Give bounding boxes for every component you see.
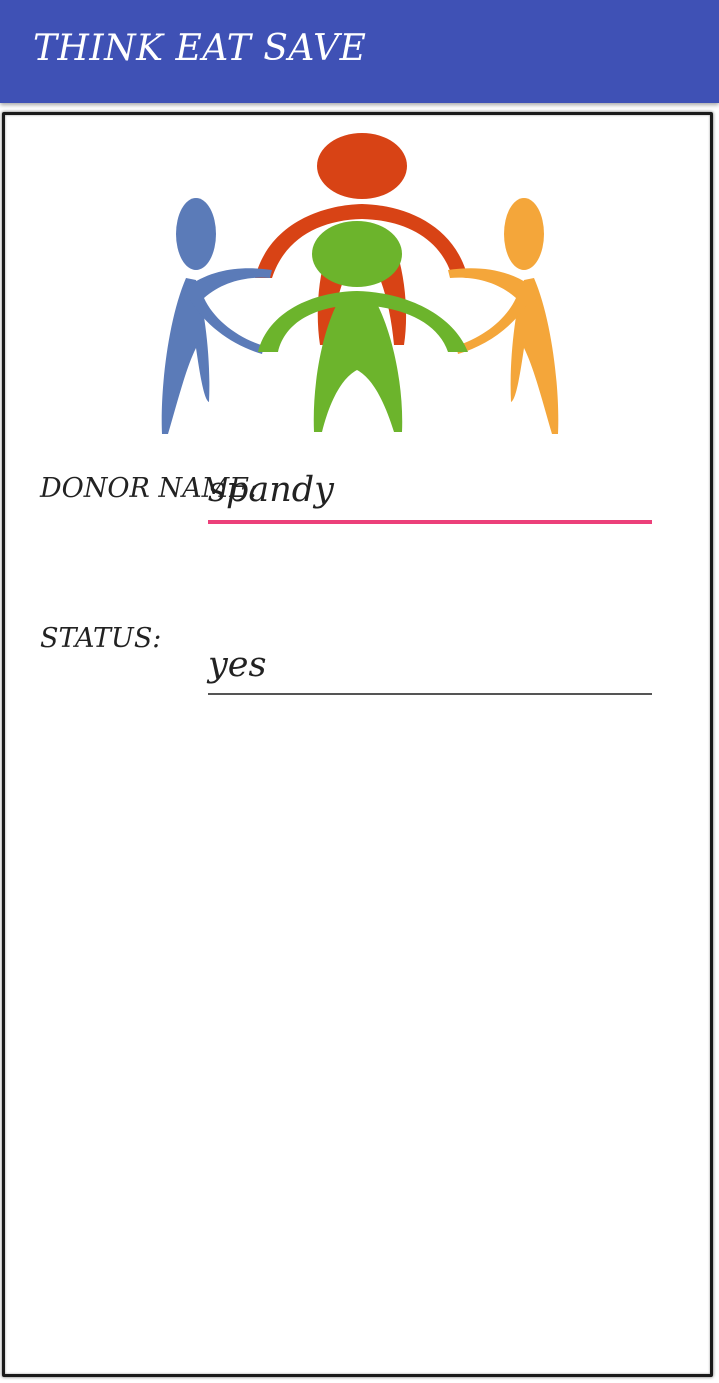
donor-name-input[interactable]: spandy [208, 470, 652, 510]
green-person-figure [258, 221, 468, 432]
people-circle-logo-icon [161, 133, 559, 434]
app-title: THINK EAT SAVE [33, 28, 367, 69]
donor-name-underline [208, 520, 652, 524]
status-field[interactable]: yes [208, 645, 652, 697]
app-bar: THINK EAT SAVE [0, 0, 719, 103]
status-underline [208, 693, 652, 695]
blue-person-figure [161, 198, 272, 434]
status-input[interactable]: yes [208, 645, 652, 685]
status-label: STATUS: [40, 623, 162, 654]
donor-name-field[interactable]: spandy [208, 468, 652, 526]
orange-person-figure [448, 198, 559, 434]
